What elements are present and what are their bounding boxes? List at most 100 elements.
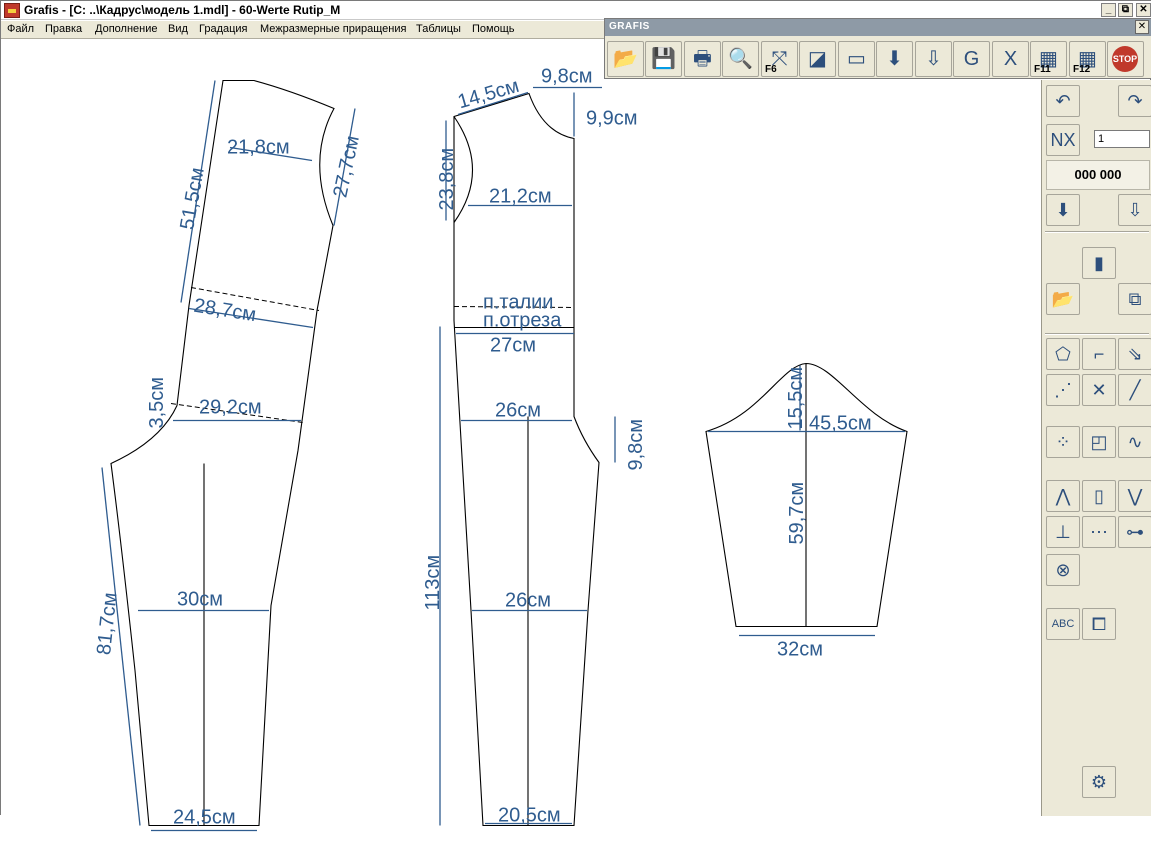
toolbar-close-button[interactable]: ✕ [1135, 20, 1149, 34]
pattern-drawing[interactable]: 21,8см 27,7см 51,5см 28,7см 29,2см 3,5см… [1, 40, 1041, 855]
stop-icon: STOP [1112, 46, 1138, 72]
tool-intersect-button[interactable]: ✕ [1082, 374, 1116, 406]
tool-text-abc-button[interactable]: ABC [1046, 608, 1080, 640]
menu-help[interactable]: Помощь [472, 23, 515, 35]
tool-undo-button[interactable]: ↶ [1046, 85, 1080, 117]
menu-file[interactable]: Файл [7, 23, 34, 35]
tool-scatter-points-button[interactable]: ⁘ [1046, 426, 1080, 458]
tool-panel-button[interactable]: ▯ [1082, 480, 1116, 512]
minimize-button[interactable]: _ [1101, 3, 1116, 17]
table-x-icon: X [1003, 48, 1018, 70]
back-neck-depth-label: 9,9см [586, 108, 638, 130]
shapes-icon: ◰ [1090, 432, 1108, 452]
tool-copy-pattern-button[interactable]: ⧉ [1118, 283, 1151, 315]
copy-pattern-icon: ⧉ [1128, 289, 1142, 309]
line-points-icon: ╱ [1129, 380, 1141, 400]
back-pattern-piece[interactable]: 14,5см 9,8см 9,9см 23,8см 21,2см п.талии… [422, 66, 647, 827]
tool-panel: 1 000 000 ↶ ↷ NX ⬇ ⇩ ▮ 📂 ⧉ ⬠ ⌐ ⇘ ⋰ ✕ ╱ ⁘ ◰ ∿ ⋀ ▯ ⋁ ⊥ ⋯ ⊶ ⊗ ABC ⧠ ⚙ [1041, 80, 1151, 816]
tool-piece-arrow-button[interactable]: ⇘ [1118, 338, 1151, 370]
tool-template-button[interactable]: ⧠ [1082, 608, 1116, 640]
toolbar-fit-view-button[interactable]: ⤧ F6 [761, 41, 798, 77]
back-armhole-label: 23,8см [436, 148, 458, 211]
import-green-icon: ⇩ [1127, 200, 1143, 220]
points-line-icon: ⋰ [1054, 380, 1072, 400]
tool-import-green-button[interactable]: ⇩ [1118, 194, 1151, 226]
front-pattern-piece[interactable]: 21,8см 27,7см 51,5см 28,7см 29,2см 3,5см… [93, 79, 364, 832]
tool-download-button[interactable]: ⬇ [1046, 194, 1080, 226]
menu-grading[interactable]: Градация [199, 23, 248, 35]
pattern-pieces-icon: ▮ [1094, 253, 1104, 273]
import-icon: ⇩ [925, 48, 942, 70]
toolbar-key-f12-button[interactable]: ▦ F12 [1069, 41, 1106, 77]
tool-markers-button[interactable]: ⋯ [1082, 516, 1116, 548]
print-icon: 🖶 [693, 48, 712, 70]
front-crotch-label: 3,5см [146, 377, 168, 429]
toolbar-table-g-button[interactable]: G [953, 41, 990, 77]
tool-open-pattern-button[interactable]: 📂 [1046, 283, 1080, 315]
menu-view[interactable]: Вид [168, 23, 188, 35]
tool-contour-button[interactable]: ⬠ [1046, 338, 1080, 370]
back-hip-label: 26см [495, 400, 541, 422]
dart-icon: ⋀ [1055, 486, 1071, 506]
measure-tape-icon: ▭ [847, 48, 866, 70]
menu-tables[interactable]: Таблицы [416, 23, 461, 35]
tool-pattern-pieces-button[interactable]: ▮ [1082, 247, 1116, 279]
grafis-toolbar[interactable]: GRAFIS ✕ 📂 💾 🖶 🔍 ⤧ F6 ◪ ▭ ⬇ ⇩ G X ▦ F11 ▦ F12 STOP [604, 18, 1151, 79]
curve-icon: ∿ [1127, 432, 1143, 452]
sewing-machine-icon: ⚙ [1090, 772, 1108, 792]
intersect-icon: ✕ [1091, 380, 1107, 400]
tool-seam-allowance-button[interactable]: ⊥ [1046, 516, 1080, 548]
download-arrow-icon: ⬇ [886, 48, 903, 70]
toolbar-stop-button[interactable]: STOP [1107, 41, 1144, 77]
menu-edit[interactable]: Правка [45, 23, 82, 35]
toolbar-layers-button[interactable]: ◪ [799, 41, 836, 77]
front-inseam-label: 81,7см [93, 591, 121, 656]
tool-sewing-machine-button[interactable]: ⚙ [1082, 766, 1116, 798]
tool-dart-button[interactable]: ⋀ [1046, 480, 1080, 512]
front-hip-label: 29,2см [199, 397, 262, 419]
toolbar-table-x-button[interactable]: X [992, 41, 1029, 77]
toolbar-key-label: F12 [1073, 64, 1091, 75]
markers-icon: ⋯ [1090, 522, 1108, 542]
tool-shapes-button[interactable]: ◰ [1082, 426, 1116, 458]
toolbar-title-bar[interactable]: GRAFIS ✕ [605, 19, 1151, 36]
toolbar-save-button[interactable]: 💾 [645, 41, 682, 77]
step-input[interactable]: 1 [1094, 130, 1150, 148]
tool-delete-point-button[interactable]: ⊗ [1046, 554, 1080, 586]
back-chest-label: 21,2см [489, 186, 552, 208]
panel-icon: ▯ [1094, 486, 1104, 506]
panel-separator [1045, 333, 1149, 335]
toolbar-download-arrow-button[interactable]: ⬇ [876, 41, 913, 77]
toolbar-open-folder-button[interactable]: 📂 [607, 41, 644, 77]
sleeve-width-label: 45,5см [809, 413, 872, 435]
toolbar-key-label: F11 [1034, 64, 1051, 75]
toolbar-zoom-button[interactable]: 🔍 [722, 41, 759, 77]
toolbar-key-f11-button[interactable]: ▦ F11 [1030, 41, 1067, 77]
tool-points-line-button[interactable]: ⋰ [1046, 374, 1080, 406]
menu-addons[interactable]: Дополнение [95, 23, 157, 35]
tool-curve-button[interactable]: ∿ [1118, 426, 1151, 458]
front-piece-outline [110, 79, 335, 827]
close-window-button[interactable]: ✕ [1136, 3, 1151, 17]
tool-fold-button[interactable]: ⋁ [1118, 480, 1151, 512]
grafis-app-icon[interactable] [4, 3, 20, 18]
toolbar-title: GRAFIS [609, 21, 650, 32]
tool-nx-step-button[interactable]: NX [1046, 124, 1080, 156]
tool-line-points-button[interactable]: ╱ [1118, 374, 1151, 406]
sleeve-pattern-piece[interactable]: 15,5см 45,5см 59,7см 32см [705, 362, 908, 661]
drawing-canvas[interactable]: 21,8см 27,7см 51,5см 28,7см 29,2см 3,5см… [1, 40, 1041, 832]
tool-corner-lines-button[interactable]: ⌐ [1082, 338, 1116, 370]
tool-redo-button[interactable]: ↷ [1118, 85, 1151, 117]
front-armhole-label: 27,7см [329, 134, 364, 200]
tool-notch-button[interactable]: ⊶ [1118, 516, 1151, 548]
back-knee-label: 26см [505, 590, 551, 612]
piece-arrow-icon: ⇘ [1127, 344, 1143, 364]
cut-line-label: п.отреза [483, 310, 562, 332]
corner-lines-icon: ⌐ [1093, 344, 1105, 364]
menu-size-increments[interactable]: Межразмерные приращения [260, 23, 406, 35]
toolbar-measure-tape-button[interactable]: ▭ [838, 41, 875, 77]
restore-button[interactable]: ⧉ [1118, 3, 1133, 17]
delete-point-icon: ⊗ [1055, 560, 1071, 580]
toolbar-import-button[interactable]: ⇩ [915, 41, 952, 77]
toolbar-print-button[interactable]: 🖶 [684, 41, 721, 77]
